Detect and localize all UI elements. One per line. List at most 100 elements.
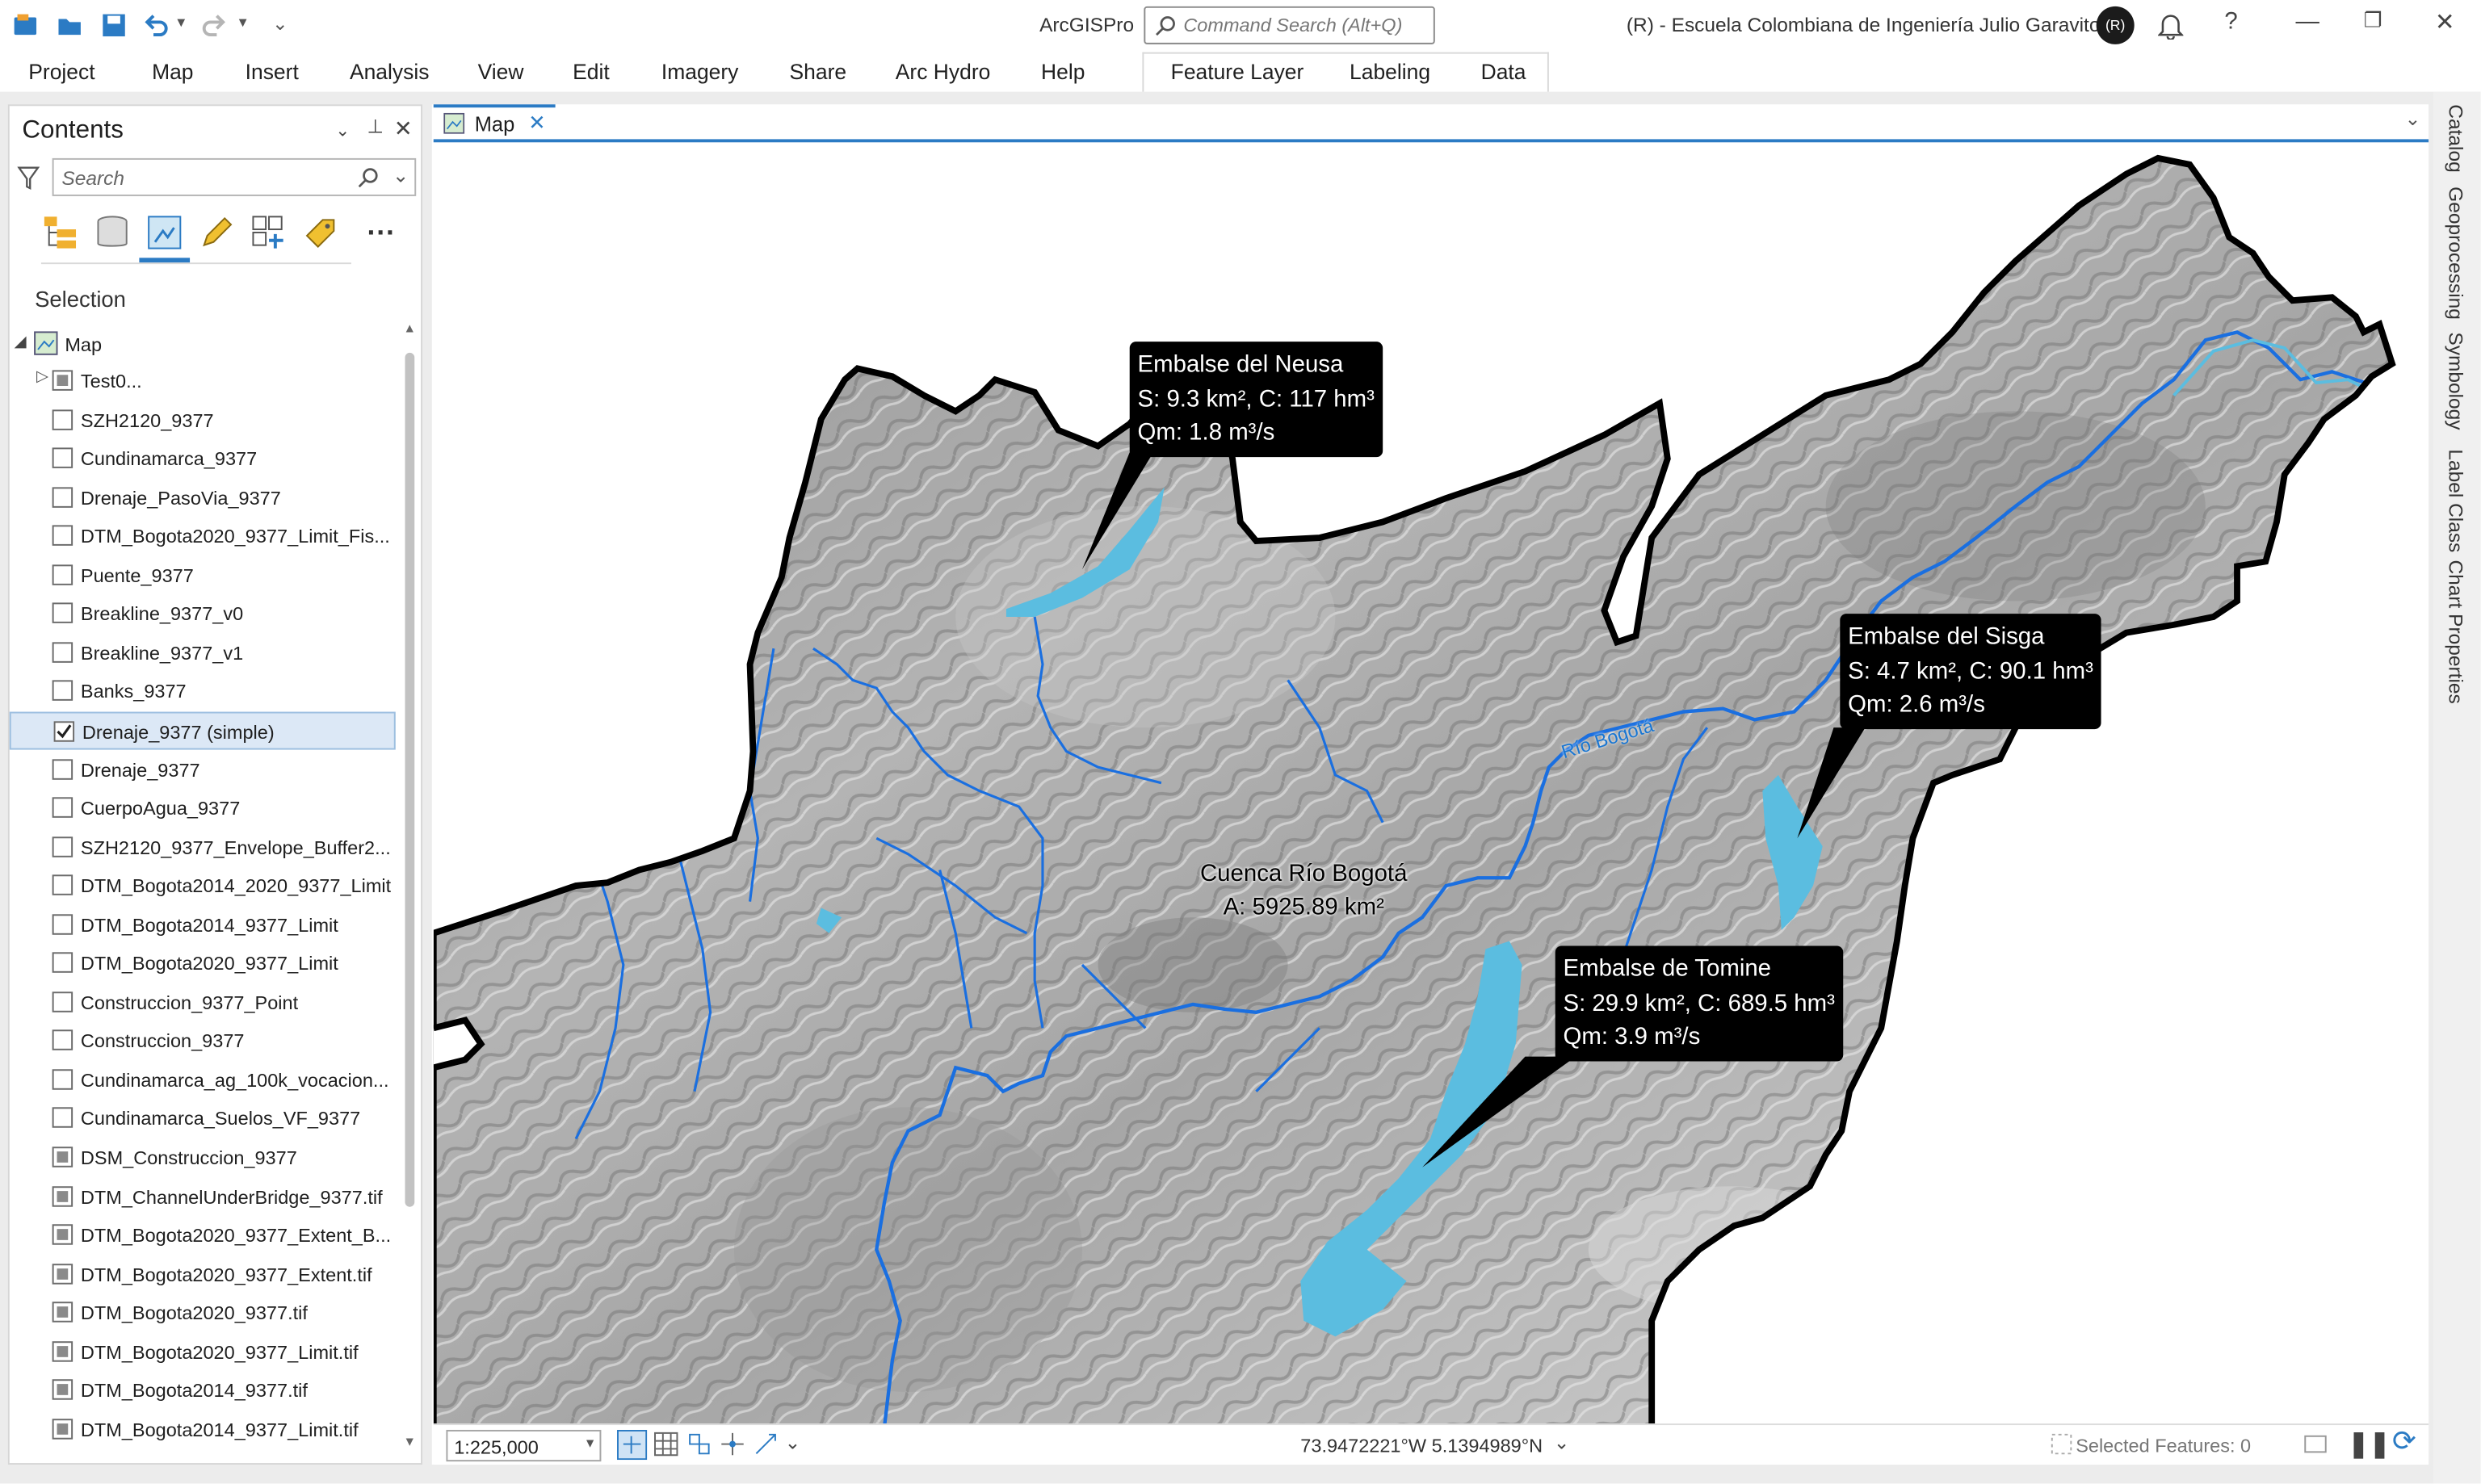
- pane-options-icon[interactable]: ⌄: [335, 120, 350, 141]
- layer-visibility-checkbox[interactable]: [52, 486, 73, 508]
- layer-row[interactable]: Drenaje_9377: [10, 751, 396, 789]
- layer-row[interactable]: DTM_Bogota2020_9377_Limit_Fis...: [10, 518, 396, 555]
- layer-row[interactable]: Drenaje_9377 (simple): [9, 711, 396, 750]
- tab-data[interactable]: Data: [1481, 60, 1526, 83]
- layer-row[interactable]: CuerpoAgua_9377: [10, 790, 396, 828]
- layer-visibility-checkbox[interactable]: [52, 642, 73, 663]
- coordinate-format-dropdown-icon[interactable]: ⌄: [1554, 1432, 1570, 1453]
- layer-row[interactable]: Cundinamarca_ag_100k_vocacion...: [10, 1061, 396, 1099]
- tab-map[interactable]: Map: [152, 60, 193, 83]
- map-canvas[interactable]: Embalse del Neusa S: 9.3 km², C: 117 hm³…: [433, 139, 2429, 1424]
- layer-row[interactable]: DTM_Bogota2014_2020_9377_Limit: [10, 867, 396, 905]
- contents-scrollbar[interactable]: ▲ ▼: [404, 321, 417, 1454]
- layer-visibility-checkbox[interactable]: [53, 721, 75, 742]
- layer-visibility-checkbox[interactable]: [52, 409, 73, 430]
- contents-search-input[interactable]: Search ⌄: [52, 157, 417, 196]
- layer-visibility-checkbox[interactable]: [52, 564, 73, 585]
- undo-icon[interactable]: [142, 11, 170, 40]
- constraints-icon[interactable]: [720, 1432, 745, 1457]
- layer-visibility-checkbox[interactable]: [52, 1224, 73, 1245]
- layer-visibility-checkbox[interactable]: [52, 602, 73, 624]
- save-project-icon[interactable]: [99, 11, 128, 40]
- layer-row[interactable]: DTM_Bogota2020_9377_Extent.tif: [10, 1256, 396, 1293]
- layer-visibility-checkbox[interactable]: [52, 1185, 73, 1206]
- list-by-drawing-order-icon[interactable]: [41, 213, 79, 251]
- layer-row[interactable]: Construccion_9377_Point: [10, 983, 396, 1021]
- tab-catalog[interactable]: Catalog: [2445, 104, 2466, 172]
- layer-visibility-checkbox[interactable]: [52, 1069, 73, 1090]
- search-dropdown-icon[interactable]: ⌄: [393, 163, 409, 187]
- tab-share[interactable]: Share: [790, 60, 847, 83]
- layer-visibility-checkbox[interactable]: [52, 1379, 73, 1401]
- layer-row[interactable]: DTM_Bogota2014_9377_Limit: [10, 906, 396, 944]
- layer-visibility-checkbox[interactable]: [52, 1147, 73, 1167]
- tab-arc-hydro[interactable]: Arc Hydro: [896, 60, 991, 83]
- list-by-labeling-icon[interactable]: [302, 213, 340, 251]
- scroll-down-icon[interactable]: ▼: [404, 1435, 417, 1449]
- list-by-selection-icon[interactable]: [145, 213, 183, 251]
- new-project-icon[interactable]: [11, 11, 40, 40]
- layer-row[interactable]: DTM_Bogota2020_9377_Extent_B...: [10, 1217, 396, 1255]
- layer-visibility-checkbox[interactable]: [52, 681, 73, 702]
- list-by-editing-icon[interactable]: [198, 213, 236, 251]
- map-view-tab[interactable]: Map ✕: [433, 104, 556, 140]
- tab-symbology[interactable]: Symbology: [2445, 332, 2466, 430]
- customize-qat-icon[interactable]: ⌄: [272, 13, 288, 35]
- layer-visibility-checkbox[interactable]: [52, 447, 73, 469]
- tab-insert[interactable]: Insert: [246, 60, 299, 83]
- layer-row[interactable]: DTM_Bogota2020_9377_Limit: [10, 945, 396, 983]
- pause-drawing-icon[interactable]: ❚❚: [2348, 1428, 2391, 1460]
- undo-dropdown-icon[interactable]: ▾: [177, 15, 185, 32]
- layer-visibility-checkbox[interactable]: [52, 1418, 73, 1440]
- restore-icon[interactable]: ❐: [2364, 8, 2382, 33]
- correction-icon[interactable]: [753, 1432, 778, 1457]
- grid-icon[interactable]: [653, 1432, 678, 1457]
- layer-visibility-checkbox[interactable]: [52, 1263, 73, 1285]
- layer-row[interactable]: Breakline_9377_v0: [10, 595, 396, 633]
- layer-visibility-checkbox[interactable]: [52, 1108, 73, 1129]
- tab-analysis[interactable]: Analysis: [350, 60, 430, 83]
- list-by-snapping-icon[interactable]: [250, 213, 288, 251]
- sisga-callout[interactable]: Embalse del Sisga S: 4.7 km², C: 90.1 hm…: [1840, 614, 2101, 729]
- layer-row[interactable]: SZH2120_9377: [10, 401, 396, 439]
- map-root-node[interactable]: ◢ Map: [10, 330, 396, 362]
- map-tools-dropdown-icon[interactable]: ⌄: [785, 1432, 801, 1453]
- tab-edit[interactable]: Edit: [573, 60, 610, 83]
- close-pane-icon[interactable]: ✕: [394, 115, 413, 142]
- layer-row[interactable]: Cundinamarca_Suelos_VF_9377: [10, 1100, 396, 1138]
- expand-icon[interactable]: ▷: [36, 368, 48, 386]
- scale-dropdown-icon[interactable]: ▼: [584, 1436, 597, 1451]
- close-window-icon[interactable]: ✕: [2435, 8, 2455, 36]
- tomine-callout[interactable]: Embalse de Tomine S: 29.9 km², C: 689.5 …: [1555, 945, 1843, 1061]
- layer-visibility-checkbox[interactable]: [52, 952, 73, 974]
- layer-visibility-checkbox[interactable]: [52, 1340, 73, 1362]
- tab-view[interactable]: View: [478, 60, 524, 83]
- close-tab-icon[interactable]: ✕: [528, 111, 545, 136]
- fixed-zoom-icon[interactable]: [617, 1429, 648, 1461]
- layer-row[interactable]: Cundinamarca_9377: [10, 440, 396, 478]
- more-options-icon[interactable]: ···: [367, 216, 395, 249]
- layer-row[interactable]: DTM_ChannelUnderBridge_9377.tif: [10, 1178, 396, 1216]
- tab-geoprocessing[interactable]: Geoprocessing: [2445, 187, 2466, 320]
- layer-row[interactable]: DTM_Bogota2014_9377_Limit.tif: [10, 1411, 396, 1448]
- tab-overflow-icon[interactable]: ⌄: [2405, 107, 2421, 129]
- pin-icon[interactable]: ⊥: [367, 115, 383, 137]
- refresh-rendering-icon[interactable]: [2303, 1432, 2328, 1457]
- layer-row[interactable]: Banks_9377: [10, 673, 396, 711]
- tab-chart-properties[interactable]: Chart Properties: [2445, 560, 2466, 703]
- layer-visibility-checkbox[interactable]: [52, 370, 73, 391]
- layer-visibility-checkbox[interactable]: [52, 1302, 73, 1323]
- layer-row[interactable]: Drenaje_PasoVia_9377: [10, 479, 396, 517]
- layer-visibility-checkbox[interactable]: [52, 758, 73, 779]
- refresh-icon[interactable]: ⟳: [2392, 1425, 2416, 1458]
- layer-visibility-checkbox[interactable]: [52, 991, 73, 1012]
- layer-row[interactable]: Construccion_9377: [10, 1022, 396, 1060]
- layer-row[interactable]: DSM_Construccion_9377: [10, 1138, 396, 1176]
- layer-visibility-checkbox[interactable]: [52, 874, 73, 896]
- tab-imagery[interactable]: Imagery: [661, 60, 739, 83]
- layer-visibility-checkbox[interactable]: [52, 913, 73, 935]
- search-icon[interactable]: [358, 168, 378, 188]
- layer-row[interactable]: ▷ Test0...: [10, 363, 396, 400]
- map-drawing[interactable]: [433, 142, 2429, 1424]
- avatar[interactable]: (R): [2096, 6, 2135, 44]
